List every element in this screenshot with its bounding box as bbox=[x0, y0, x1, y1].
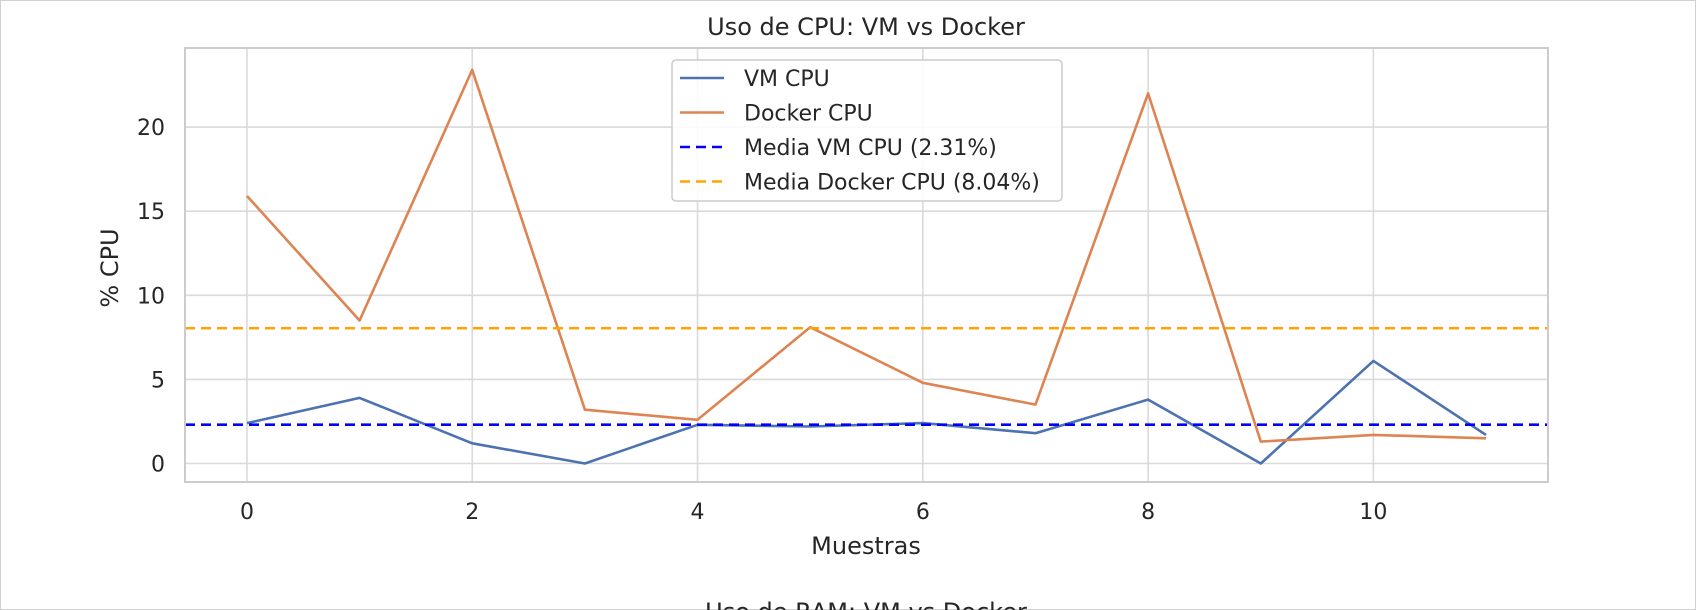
legend-label-3: Media Docker CPU (8.04%) bbox=[744, 171, 1040, 196]
y-axis-label: % CPU bbox=[96, 228, 124, 307]
x-tick-label: 6 bbox=[916, 500, 930, 525]
y-tick-label: 15 bbox=[137, 200, 165, 225]
legend-label-0: VM CPU bbox=[744, 67, 830, 92]
cpu-line-chart: 0 2 4 6 8 10 0 5 10 15 20 Uso de CPU: VM vs Docker… bbox=[0, 0, 1696, 610]
x-tick-label: 0 bbox=[240, 500, 254, 525]
legend-label-2: Media VM CPU (2.31%) bbox=[744, 136, 997, 161]
y-tick-label: 5 bbox=[151, 368, 165, 393]
x-tick-label: 4 bbox=[691, 500, 705, 525]
legend: VM CPU Docker CPU Media VM CPU (2.31%) Medi… bbox=[671, 59, 1063, 202]
y-tick-label: 20 bbox=[137, 116, 165, 141]
x-tick-label: 8 bbox=[1141, 500, 1155, 525]
next-chart-title: Uso de RAM: VM vs Docker bbox=[705, 598, 1027, 610]
legend-label-1: Docker CPU bbox=[744, 102, 873, 127]
y-tick-label: 0 bbox=[151, 452, 165, 477]
x-axis-label: Muestras bbox=[811, 532, 921, 560]
x-tick-label: 10 bbox=[1359, 500, 1387, 525]
y-tick-label: 10 bbox=[137, 284, 165, 309]
chart-title: Uso de CPU: VM vs Docker bbox=[707, 13, 1025, 41]
figure-frame: 0 2 4 6 8 10 0 5 10 15 20 Uso de CPU: VM vs Docker… bbox=[0, 0, 1696, 610]
x-tick-label: 2 bbox=[465, 500, 479, 525]
